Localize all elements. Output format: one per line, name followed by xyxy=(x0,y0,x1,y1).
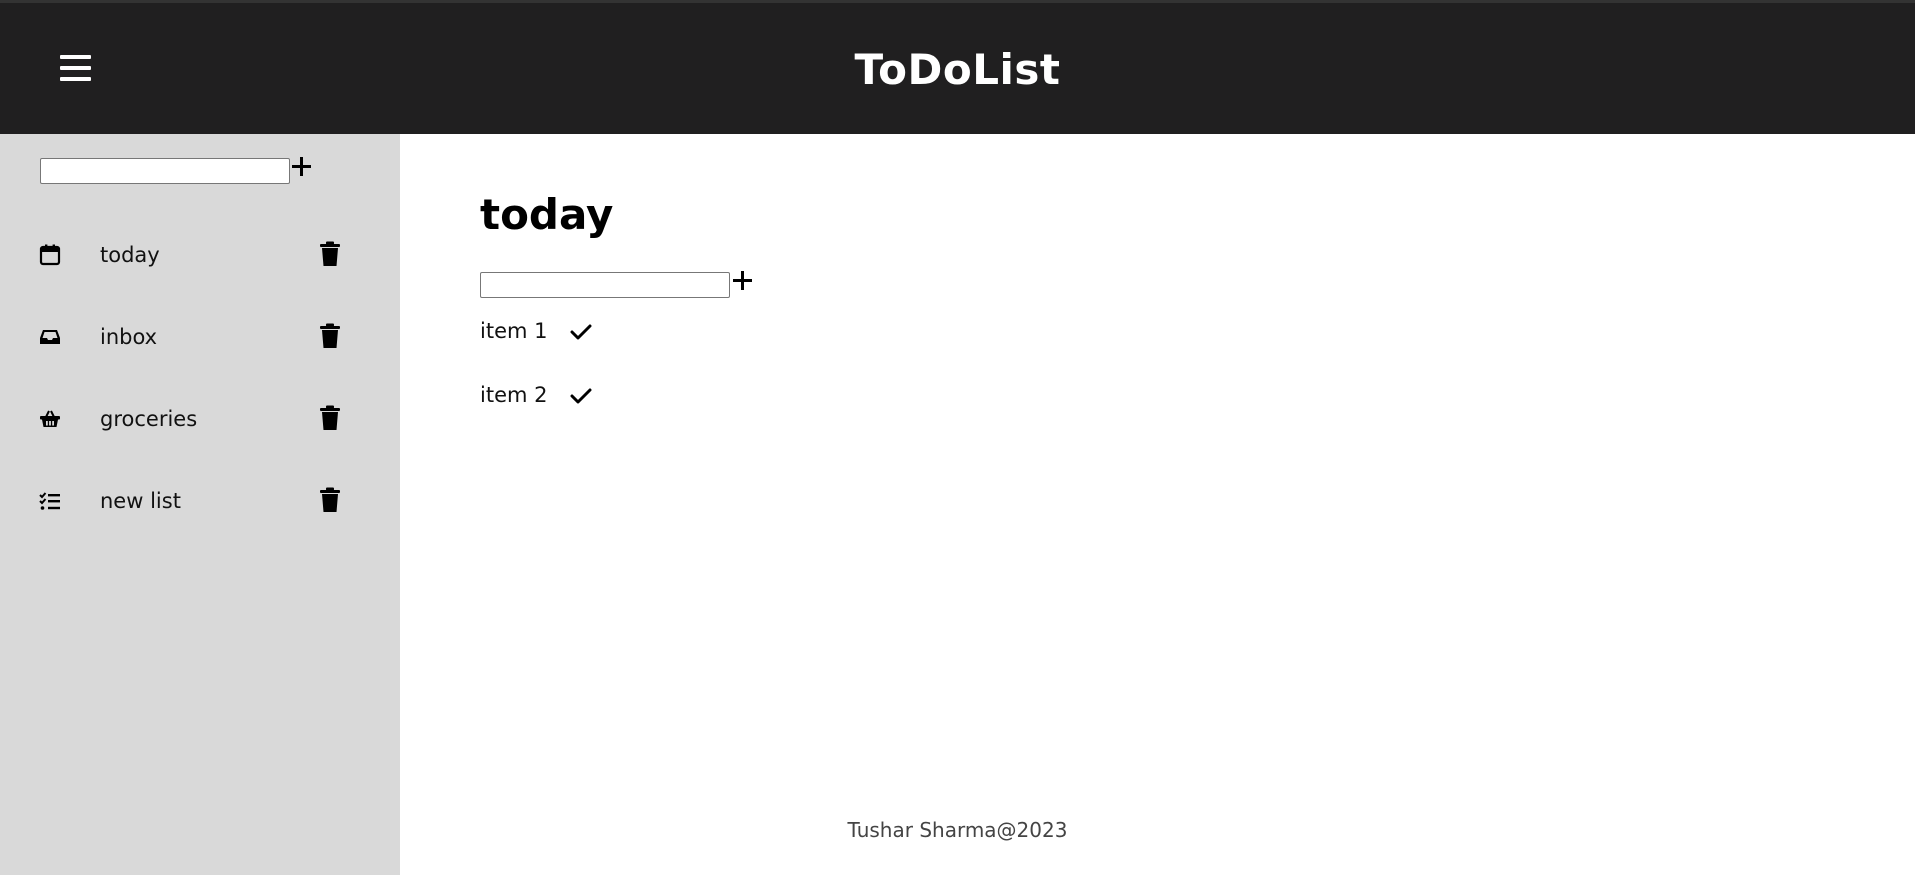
trash-icon[interactable] xyxy=(319,323,341,349)
footer-text: Tushar Sharma@2023 xyxy=(847,818,1068,842)
calendar-icon xyxy=(39,244,61,266)
check-icon[interactable] xyxy=(570,387,592,405)
trash-icon[interactable] xyxy=(319,241,341,267)
trash-icon[interactable] xyxy=(319,405,341,431)
new-list-input[interactable] xyxy=(40,158,290,184)
trash-icon[interactable] xyxy=(319,487,341,513)
sidebar-item-label: groceries xyxy=(100,407,198,431)
app-title: ToDoList xyxy=(854,45,1061,94)
inbox-icon xyxy=(40,330,60,344)
sidebar-item-new-list[interactable]: new list xyxy=(0,471,400,531)
sidebar-item-groceries[interactable]: groceries xyxy=(0,389,400,449)
page-title: today xyxy=(480,190,614,239)
sidebar-item-label: today xyxy=(100,243,160,267)
add-list-button[interactable] xyxy=(291,156,311,176)
task-label: item 2 xyxy=(480,383,548,407)
sidebar-item-inbox[interactable]: inbox xyxy=(0,307,400,367)
sidebar-item-label: new list xyxy=(100,489,181,513)
task-label: item 1 xyxy=(480,319,548,343)
sidebar-item-today[interactable]: today xyxy=(0,225,400,285)
sidebar-item-label: inbox xyxy=(100,325,158,349)
app-header: ToDoList xyxy=(0,0,1915,134)
checklist-icon xyxy=(39,492,60,510)
basket-icon xyxy=(40,410,60,427)
new-item-input[interactable] xyxy=(480,272,730,298)
add-item-button[interactable] xyxy=(732,270,752,290)
main-content: today item 1 item 2 xyxy=(400,134,1915,875)
sidebar: today inbox groceries new list xyxy=(0,134,400,875)
check-icon[interactable] xyxy=(570,323,592,341)
